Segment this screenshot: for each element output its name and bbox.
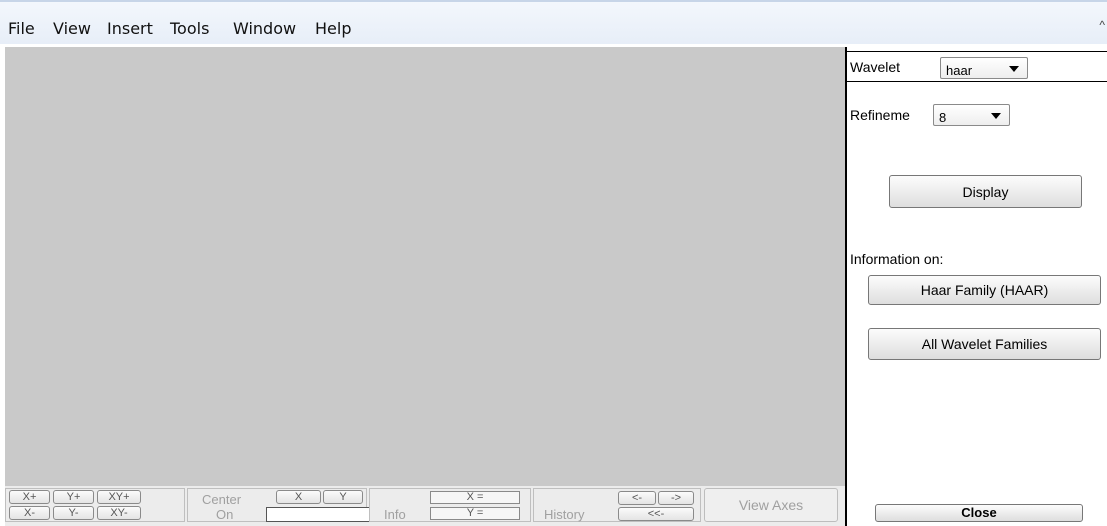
history-forward-button[interactable]: -> xyxy=(658,491,694,505)
menu-window[interactable]: Window xyxy=(233,19,296,38)
wavelet-selector-row: Wavelet haar xyxy=(847,51,1107,82)
center-label: Center xyxy=(202,492,242,507)
chevron-down-icon xyxy=(1009,66,1019,72)
menu-help[interactable]: Help xyxy=(315,19,351,38)
x-readout: X = xyxy=(430,491,520,504)
menu-tools[interactable]: Tools xyxy=(170,19,209,38)
axes-control-bar: X+ Y+ XY+ X- Y- XY- Center On X Y Info X… xyxy=(5,486,845,526)
all-wavelet-families-button[interactable]: All Wavelet Families xyxy=(868,328,1101,360)
menu-view[interactable]: View xyxy=(53,19,91,38)
x-minus-button[interactable]: X- xyxy=(9,506,50,520)
x-plus-button[interactable]: X+ xyxy=(9,490,50,504)
history-label: History xyxy=(544,507,585,522)
information-on-label: Information on: xyxy=(850,251,944,267)
axis-zoom-panel: X+ Y+ XY+ X- Y- XY- xyxy=(5,488,185,522)
history-back-button[interactable]: <- xyxy=(618,491,656,505)
haar-family-button[interactable]: Haar Family (HAAR) xyxy=(868,275,1101,305)
y-plus-button[interactable]: Y+ xyxy=(53,490,94,504)
y-minus-button[interactable]: Y- xyxy=(53,506,94,520)
xy-minus-button[interactable]: XY- xyxy=(97,506,141,520)
menu-bar: File View Insert Tools Window Help ^ xyxy=(0,0,1107,44)
wavelet-select-value: haar xyxy=(946,63,973,78)
center-on-panel: Center On X Y xyxy=(187,488,370,522)
view-axes-button[interactable]: View Axes xyxy=(704,488,838,522)
history-panel: History <- -> <<- xyxy=(533,488,701,522)
wavelet-side-panel: Wavelet haar Refineme 8 Display Informat… xyxy=(847,47,1107,526)
center-on-input[interactable] xyxy=(266,507,370,522)
on-label: On xyxy=(216,507,234,522)
refinement-select[interactable]: 8 xyxy=(933,104,1010,126)
y-readout: Y = xyxy=(430,507,520,520)
info-label: Info xyxy=(384,507,406,522)
wavelet-label: Wavelet xyxy=(850,59,901,75)
menu-file[interactable]: File xyxy=(8,19,35,38)
menu-insert[interactable]: Insert xyxy=(107,19,153,38)
refinement-select-value: 8 xyxy=(939,110,947,125)
xy-plus-button[interactable]: XY+ xyxy=(97,490,141,504)
menu-collapse-icon[interactable]: ^ xyxy=(1099,18,1105,32)
chevron-down-icon xyxy=(991,113,1001,119)
wavelet-select[interactable]: haar xyxy=(940,57,1028,79)
history-first-button[interactable]: <<- xyxy=(618,507,694,521)
info-panel: Info X = Y = xyxy=(369,488,531,522)
close-button[interactable]: Close xyxy=(875,504,1083,522)
center-x-button[interactable]: X xyxy=(276,490,321,504)
refinement-label: Refineme xyxy=(850,107,910,123)
center-y-button[interactable]: Y xyxy=(323,490,363,504)
display-button[interactable]: Display xyxy=(889,175,1082,208)
plot-area[interactable] xyxy=(5,47,845,486)
